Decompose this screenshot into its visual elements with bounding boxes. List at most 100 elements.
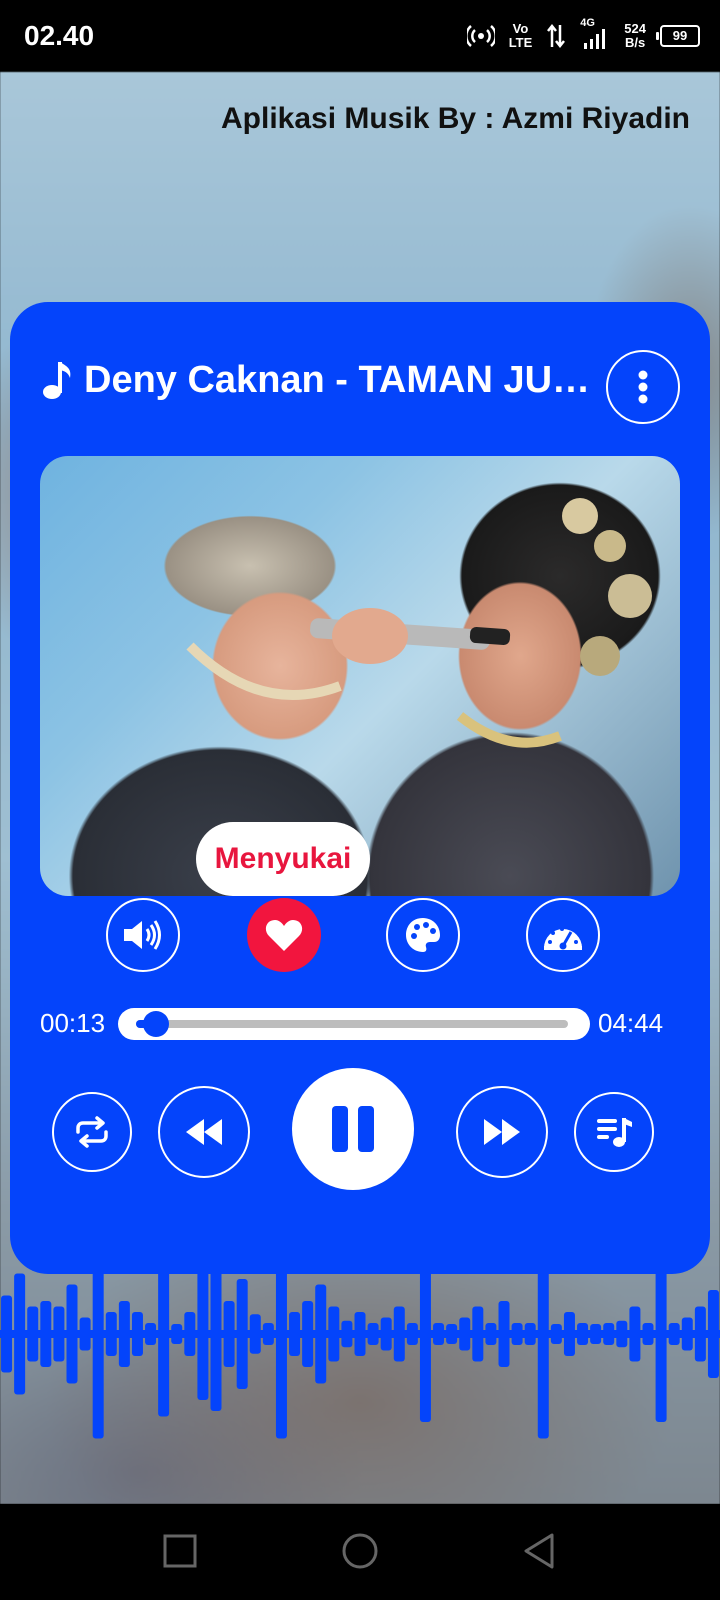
visualizer-bar	[446, 1324, 458, 1344]
visualizer-bar	[14, 1273, 26, 1395]
progress-rail	[136, 1011, 568, 1037]
visualizer-bar	[668, 1323, 680, 1345]
visualizer-bar	[629, 1306, 641, 1362]
repeat-icon	[76, 1116, 108, 1148]
visualizer-bar	[197, 1268, 209, 1400]
volte-vo-text: Vo	[512, 21, 529, 36]
heart-icon	[265, 920, 303, 951]
playlist-button[interactable]	[574, 1092, 654, 1172]
visualizer-bar	[524, 1323, 536, 1345]
visualizer-bar	[328, 1306, 340, 1362]
speedometer-icon	[544, 927, 582, 950]
visualizer-bar	[302, 1301, 314, 1367]
visualizer-bar	[27, 1306, 39, 1362]
visualizer-bar	[433, 1323, 445, 1345]
theme-button[interactable]	[386, 898, 460, 972]
visualizer-bar	[184, 1312, 196, 1356]
visualizer-bar	[315, 1284, 327, 1384]
visualizer-bar	[642, 1323, 654, 1345]
visualizer-bar	[577, 1323, 589, 1345]
recent-apps-icon[interactable]	[163, 1534, 197, 1568]
visualizer-bar	[262, 1323, 274, 1345]
visualizer-bar	[459, 1317, 471, 1351]
current-time: 00:13	[40, 1008, 106, 1038]
net-speed-unit: B/s	[625, 35, 646, 50]
visualizer-bar	[79, 1317, 91, 1351]
visualizer-bar	[511, 1323, 523, 1345]
hotspot-icon	[466, 25, 495, 47]
visualizer-bar	[393, 1306, 405, 1362]
visualizer-bar	[498, 1301, 510, 1367]
visualizer-bar	[707, 1290, 719, 1378]
status-icons: Vo LTE 4G 524 B/s 99	[466, 17, 700, 54]
app-credit: Aplikasi Musik By : Azmi Riyadin	[221, 102, 690, 135]
signal-indicator: 4G	[580, 17, 610, 51]
playlist-icon	[597, 1118, 632, 1147]
visualizer-bar	[210, 1257, 222, 1411]
visualizer-bar	[616, 1320, 628, 1348]
navigation-bar	[0, 1504, 720, 1600]
visualizer-bar	[275, 1248, 287, 1439]
visualizer-bar	[145, 1323, 157, 1345]
song-title: Deny Caknan - TAMAN JURIT	[84, 358, 594, 401]
like-tooltip: Menyukai	[196, 822, 370, 896]
net-speed-value: 524	[624, 21, 646, 36]
visualizer-bar	[249, 1314, 261, 1354]
pause-button[interactable]	[292, 1068, 414, 1190]
repeat-button[interactable]	[52, 1092, 132, 1172]
visualizer-bar	[40, 1301, 52, 1367]
visualizer-bar	[603, 1323, 615, 1345]
audio-visualizer	[0, 1248, 720, 1439]
visualizer-bar	[223, 1301, 235, 1367]
album-art-image	[186, 498, 652, 748]
like-button[interactable]	[247, 898, 321, 972]
palette-icon	[406, 918, 440, 952]
status-time: 02.40	[24, 20, 95, 51]
more-options-button[interactable]	[606, 350, 680, 424]
fast-forward-icon	[484, 1119, 520, 1145]
volume-button[interactable]	[106, 898, 180, 972]
rewind-button[interactable]	[158, 1086, 250, 1178]
back-icon[interactable]	[522, 1532, 556, 1570]
visualizer-bar	[419, 1248, 431, 1422]
fast-forward-button[interactable]	[456, 1086, 548, 1178]
visualizer-bar	[289, 1312, 301, 1356]
visualizer-bar	[590, 1324, 602, 1344]
visualizer-bar	[406, 1323, 418, 1345]
visualizer-bar	[1, 1295, 13, 1373]
visualizer-bar	[655, 1248, 667, 1422]
visualizer-bar	[92, 1248, 104, 1439]
more-vertical-icon	[638, 370, 648, 404]
player-card: Deny Caknan - TAMAN JURIT Menyukai 00:13…	[10, 302, 710, 1274]
visualizer-bar	[537, 1248, 549, 1439]
data-transfer-icon	[547, 23, 566, 49]
visualizer-bar	[485, 1323, 497, 1345]
visualizer-bar	[341, 1320, 353, 1348]
visualizer-bar	[158, 1251, 170, 1417]
home-icon[interactable]	[341, 1532, 379, 1570]
visualizer-bar	[131, 1312, 143, 1356]
visualizer-bar	[681, 1317, 693, 1351]
visualizer-bar	[354, 1312, 366, 1356]
visualizer-bar	[367, 1323, 379, 1345]
visualizer-bar	[53, 1306, 65, 1362]
status-bar: 02.40 Vo LTE 4G 524 B/s 99	[0, 0, 720, 72]
progress-slider[interactable]	[118, 1008, 590, 1040]
volte-indicator: Vo LTE	[509, 22, 533, 50]
rewind-icon	[186, 1119, 222, 1145]
pause-icon	[332, 1106, 374, 1152]
album-art	[40, 456, 680, 896]
visualizer-bar	[171, 1324, 183, 1344]
visualizer-bar	[550, 1324, 562, 1344]
visualizer-bar	[236, 1279, 248, 1389]
song-title-row: Deny Caknan - TAMAN JURIT	[40, 350, 600, 410]
visualizer-bar	[380, 1317, 392, 1351]
visualizer-bar	[472, 1306, 484, 1362]
speed-button[interactable]	[526, 898, 600, 972]
total-time: 04:44	[598, 1008, 664, 1038]
volume-icon	[124, 920, 161, 950]
net-speed: 524 B/s	[624, 22, 646, 50]
progress-thumb[interactable]	[142, 1011, 169, 1037]
battery-indicator: 99	[656, 25, 700, 47]
volte-lte-text: LTE	[508, 35, 533, 50]
